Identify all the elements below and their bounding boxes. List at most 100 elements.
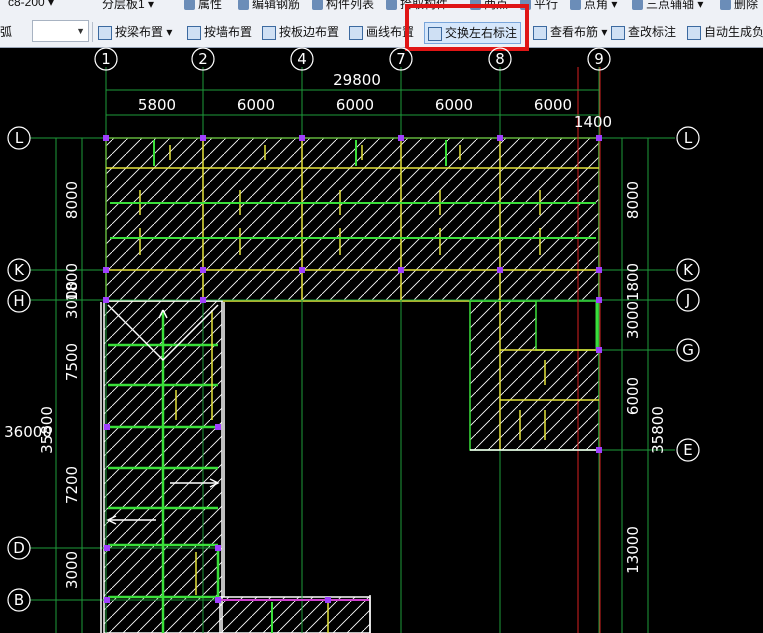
parallel-label: 平行 bbox=[534, 0, 559, 11]
draw-mode-combo[interactable]: ▼ bbox=[32, 20, 89, 42]
point-angle-icon bbox=[570, 0, 581, 11]
edit-rebar-button[interactable]: 编辑钢筋 bbox=[238, 0, 300, 11]
three-point-axis-button[interactable]: 三点辅轴 ▾ bbox=[632, 0, 703, 11]
wall-layout-label: 按墙布置 bbox=[204, 25, 253, 39]
point-angle-label: 点角 bbox=[584, 0, 609, 11]
three-point-icon bbox=[632, 0, 643, 11]
beam-layout-icon bbox=[98, 25, 112, 40]
dim-span: 3000 bbox=[63, 551, 81, 589]
line-layout-icon bbox=[349, 25, 363, 40]
axis-label: 1 bbox=[101, 50, 111, 68]
axis-bubble-7: 7 bbox=[389, 47, 413, 71]
axis-bubble-K-right: K bbox=[676, 258, 700, 282]
axis-bubble-4: 4 bbox=[290, 47, 314, 71]
rebar-spec-combo[interactable]: c8-200 ▾ bbox=[8, 0, 54, 9]
axis-label: L bbox=[684, 129, 693, 147]
dim-span: 6000 bbox=[534, 96, 572, 114]
dim-span: 5800 bbox=[138, 96, 176, 114]
axis-bubble-2: 2 bbox=[191, 47, 215, 71]
axis-label: G bbox=[682, 341, 694, 359]
dim-extra: 1400 bbox=[574, 113, 612, 131]
dim-total-left-b: 36000 bbox=[4, 423, 52, 441]
dim-total-top: 29800 bbox=[333, 71, 381, 89]
check-label-label: 查改标注 bbox=[628, 25, 677, 39]
layer-value: 分层板1 bbox=[102, 0, 145, 11]
axis-label: 8 bbox=[495, 50, 505, 68]
axis-label: H bbox=[13, 292, 24, 310]
arc-label: 弧 bbox=[0, 22, 12, 42]
three-point-label: 三点辅轴 bbox=[646, 0, 695, 11]
slab-edge-icon bbox=[262, 25, 276, 40]
property-label: 属性 bbox=[198, 0, 223, 11]
edit-rebar-icon bbox=[238, 0, 249, 11]
dim-span: 6000 bbox=[435, 96, 473, 114]
dim-span: 7500 bbox=[63, 343, 81, 381]
dim-total-right: 35800 bbox=[649, 406, 667, 454]
axis-bubble-L-right: L bbox=[676, 126, 700, 150]
check-label-icon bbox=[611, 25, 625, 40]
rebar-spec-value: c8-200 bbox=[8, 0, 45, 9]
highlight-callout-box bbox=[405, 4, 529, 51]
arc-label-text: 弧 bbox=[0, 25, 13, 39]
axis-label: B bbox=[14, 591, 24, 609]
axis-label: 9 bbox=[594, 50, 604, 68]
auto-generate-button[interactable]: 自动生成负 bbox=[687, 22, 763, 42]
component-list-button[interactable]: 构件列表 bbox=[312, 0, 374, 11]
view-rebar-button[interactable]: 查看布筋 ▾ bbox=[533, 22, 607, 42]
layer-combo[interactable]: 分层板1 ▾ bbox=[102, 0, 154, 11]
dim-span: 6000 bbox=[237, 96, 275, 114]
axis-bubble-8: 8 bbox=[488, 47, 512, 71]
axis-label: K bbox=[14, 261, 25, 279]
axis-label: J bbox=[685, 291, 690, 309]
dim-span: 6000 bbox=[336, 96, 374, 114]
axis-label: 4 bbox=[297, 50, 307, 68]
drawing-canvas[interactable]: 1 2 4 7 8 9 L K H D B L K J G E 29800 58… bbox=[0, 47, 763, 633]
auto-generate-label: 自动生成负 bbox=[704, 25, 763, 39]
beam-layout-button[interactable]: 按梁布置 ▾ bbox=[98, 22, 172, 42]
axis-bubble-D-left: D bbox=[7, 536, 31, 560]
dim-span: 7200 bbox=[63, 466, 81, 504]
slab-edge-label: 按板边布置 bbox=[279, 25, 340, 39]
chevron-down-icon: ▼ bbox=[76, 26, 85, 36]
component-list-label: 构件列表 bbox=[326, 0, 375, 11]
opening bbox=[535, 300, 599, 351]
slab-edge-layout-button[interactable]: 按板边布置 bbox=[262, 22, 339, 42]
delete-button[interactable]: 删除 bbox=[720, 0, 758, 11]
axis-bubble-K-left: K bbox=[7, 258, 31, 282]
list-icon bbox=[312, 0, 323, 11]
check-label-button[interactable]: 查改标注 bbox=[611, 22, 676, 42]
axis-bubble-G-right: G bbox=[676, 338, 700, 362]
axis-label: E bbox=[683, 441, 692, 459]
axis-label: K bbox=[683, 261, 694, 279]
wall-layout-button[interactable]: 按墙布置 bbox=[187, 22, 252, 42]
axis-bubble-E-right: E bbox=[676, 438, 700, 462]
axis-bubble-J-right: J bbox=[676, 288, 700, 312]
delete-label: 删除 bbox=[734, 0, 759, 11]
ribbon-toolbar: c8-200 ▾ 分层板1 ▾ 属性 编辑钢筋 构件列表 拾取构件 两点 平行 … bbox=[0, 0, 763, 48]
right-dimensions: 8000 1800 3000 6000 13000 35800 bbox=[624, 181, 667, 574]
separator bbox=[92, 22, 93, 42]
top-slab[interactable] bbox=[105, 137, 600, 302]
dim-span: 1800 bbox=[624, 263, 642, 301]
dim-span: 13000 bbox=[624, 526, 642, 574]
beam-layout-label: 按梁布置 bbox=[115, 25, 164, 39]
point-angle-button[interactable]: 点角 ▾ bbox=[570, 0, 617, 11]
dim-span: 3000 bbox=[624, 301, 642, 339]
dim-span: 3000 bbox=[63, 281, 81, 319]
auto-generate-icon bbox=[687, 25, 701, 40]
dim-span: 8000 bbox=[624, 181, 642, 219]
axis-label: D bbox=[13, 539, 25, 557]
right-axis-bubbles: L K J G E bbox=[676, 126, 700, 462]
wall-layout-icon bbox=[187, 25, 201, 40]
axis-bubble-L-left: L bbox=[7, 126, 31, 150]
property-button[interactable]: 属性 bbox=[184, 0, 222, 11]
property-icon bbox=[184, 0, 195, 11]
delete-icon bbox=[720, 0, 731, 11]
top-dimensions: 29800 5800 6000 6000 6000 6000 1400 bbox=[138, 71, 612, 131]
top-axis-bubbles: 1 2 4 7 8 9 bbox=[94, 47, 611, 71]
dim-span: 8000 bbox=[63, 181, 81, 219]
axis-bubble-9: 9 bbox=[587, 47, 611, 71]
toolbar-row-1: c8-200 ▾ 分层板1 ▾ 属性 编辑钢筋 构件列表 拾取构件 两点 平行 … bbox=[0, 0, 763, 11]
bottom-slab[interactable] bbox=[219, 596, 371, 633]
dim-span: 6000 bbox=[624, 377, 642, 415]
